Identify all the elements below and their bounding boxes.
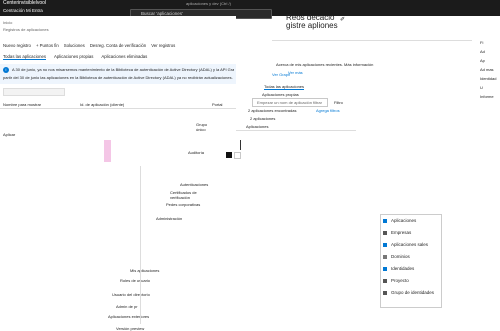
info-banner: i A 30 de junio, ya no nos misarsemos ma… [0, 64, 236, 84]
panel-header: Reos decacio gistre apliones [286, 14, 356, 36]
column-display-name[interactable]: Nombre para mostrar [3, 102, 41, 107]
toolbar: Nuevo registro + Puntos fin Soluciones D… [3, 43, 175, 48]
menu-item-domains[interactable]: Dominios [381, 251, 441, 263]
identity-icon [383, 267, 387, 271]
group-icon [383, 291, 387, 295]
column-app-id[interactable]: Id. de aplicación (cliente) [80, 102, 124, 107]
panel-count: 2 aplicaciones [250, 116, 276, 121]
tab-owned-apps[interactable]: Aplicaciones propias [54, 54, 93, 60]
filter-input[interactable] [3, 88, 65, 96]
right-item[interactable]: Ad [480, 49, 500, 54]
apps-icon [383, 243, 387, 247]
menu-item-apps-sales[interactable]: Aplicaciones sales [381, 239, 441, 251]
project-icon [383, 279, 387, 283]
selection-marker [104, 140, 111, 162]
info-icon: i [3, 67, 9, 73]
menu-label: Identidades [391, 266, 415, 271]
menu-item-identities[interactable]: Identidades [381, 263, 441, 275]
panel-header-box [272, 40, 472, 61]
endpoints-button[interactable]: + Puntos fin [36, 43, 59, 48]
side-label-portal[interactable]: Portal [212, 102, 222, 107]
menu-item-enterprise[interactable]: Empresas [381, 227, 441, 239]
troubleshoot-button[interactable]: Soluciones [64, 43, 85, 48]
menu-label: Grupo de identidades [391, 290, 435, 295]
panel-add-filter[interactable]: Agrega filtros [316, 108, 340, 113]
panel-tab-all[interactable]: Todas las aplicaciones [264, 84, 305, 90]
view-logs-button[interactable]: Ver registros [151, 43, 175, 48]
menu-label: Proyecto [391, 278, 409, 283]
context-menu: Aplicaciones Empresas Aplicaciones sales… [380, 214, 442, 308]
right-item[interactable]: Ap [480, 58, 500, 63]
tenant-sub: Centración Mi Entra [3, 8, 43, 13]
tab-row: Todas las aplicaciones Aplicaciones prop… [3, 54, 147, 60]
panel-search-input[interactable]: Empezar un nom de aplicación filtrar [252, 98, 328, 107]
breadcrumb-2[interactable]: Registros de aplicaciones [3, 27, 49, 32]
tab-all-apps[interactable]: Todas las aplicaciones [3, 54, 46, 60]
side-label-audit[interactable]: Auditoría [188, 150, 204, 155]
panel-divider [236, 130, 356, 131]
panel-link-graph[interactable]: Ver Graph [272, 72, 290, 77]
cursor-line [240, 140, 241, 150]
panel-tab-owned[interactable]: Aplicaciones propias [262, 92, 299, 97]
right-edge-list: Fi Ad Ap Ad mas Identidad U Informe [480, 36, 500, 156]
right-item[interactable]: Ad mas [480, 67, 500, 72]
side-label-preview[interactable]: Versión preview [116, 326, 144, 331]
panel-status: 2 aplicaciones encontradas [248, 108, 297, 113]
right-item[interactable]: U [480, 85, 500, 90]
enterprise-icon [383, 231, 387, 235]
checkbox[interactable] [234, 152, 241, 159]
tenant-name: Centerinvisiblelvool [3, 0, 47, 6]
verify-button[interactable]: Desreg. Conta de verificación [90, 43, 146, 48]
info-text-2: partir del 30 de junio las aplicaciones … [3, 75, 233, 80]
new-registration-button[interactable]: Nuevo registro [3, 43, 31, 48]
top-hint: aplicaciones y dev (Ctrl /) [186, 1, 231, 6]
right-item[interactable]: Identidad [480, 76, 500, 81]
app-icon [383, 219, 387, 223]
panel-title-2: gistre apliones [286, 21, 338, 30]
menu-label: Aplicaciones [391, 218, 417, 223]
pin-icon[interactable]: ✐ [340, 16, 345, 23]
menu-item-apps[interactable]: Aplicaciones [381, 215, 441, 227]
side-label-group[interactable]: Grupo único [196, 122, 216, 132]
info-text: A 30 de junio, ya no nos misarsemos mant… [12, 67, 234, 72]
tab-deleted-apps[interactable]: Aplicaciones eliminadas [101, 54, 147, 60]
nav-outline [140, 166, 201, 324]
menu-label: Aplicaciones sales [391, 242, 429, 247]
checkbox-dark[interactable] [226, 152, 232, 158]
menu-item-project[interactable]: Proyecto [381, 275, 441, 287]
panel-filter-label[interactable]: Filtro [334, 100, 343, 105]
menu-label: Dominios [391, 254, 410, 259]
panel-search-placeholder: Empezar un nom de aplicación filtrar [257, 100, 322, 105]
left-pane: Inicio Registros de aplicaciones Nuevo r… [0, 16, 236, 331]
domain-icon [383, 255, 387, 259]
panel-desc: Acerca de mis aplicaciones recientes. Má… [276, 62, 374, 67]
panel-col[interactable]: Aplicaciones [246, 124, 268, 129]
apply-button[interactable]: Aplicar [3, 132, 15, 137]
right-item[interactable]: Fi [480, 40, 500, 45]
menu-label: Empresas [391, 230, 412, 235]
right-item[interactable]: Informe [480, 94, 500, 99]
breadcrumb[interactable]: Inicio [3, 20, 12, 25]
side-label-admin-pr[interactable]: Admin de pr [116, 304, 138, 309]
menu-item-group[interactable]: Grupo de identidades [381, 287, 441, 299]
divider [0, 108, 236, 109]
